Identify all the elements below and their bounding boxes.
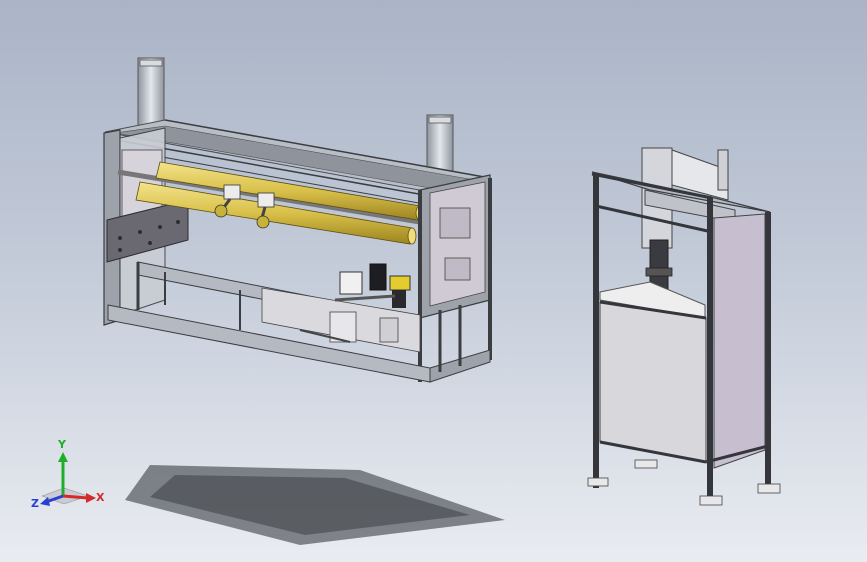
foot-back-left <box>634 459 658 469</box>
sensor-block <box>339 271 363 295</box>
model-scene[interactable] <box>0 0 867 562</box>
y-axis-label: Y <box>58 438 66 451</box>
cad-viewport[interactable]: Y X Z <box>0 0 867 562</box>
z-axis-label: Z <box>31 497 39 510</box>
side-panel <box>713 213 766 469</box>
x-axis-head <box>86 493 96 503</box>
press-cabinet-assembly[interactable] <box>587 147 781 506</box>
press-ram <box>649 239 669 291</box>
x-axis-arrow <box>62 494 89 500</box>
coordinate-triad: Y X Z <box>30 438 110 515</box>
x-axis-label: X <box>96 491 105 504</box>
front-panel <box>599 301 707 463</box>
foot-front-right <box>699 495 723 506</box>
y-axis-head <box>58 452 68 462</box>
foot-back-right <box>757 483 781 494</box>
roller-frame-assembly[interactable] <box>103 57 492 383</box>
yellow-actuator <box>389 275 411 291</box>
foot-front-left <box>587 477 609 487</box>
